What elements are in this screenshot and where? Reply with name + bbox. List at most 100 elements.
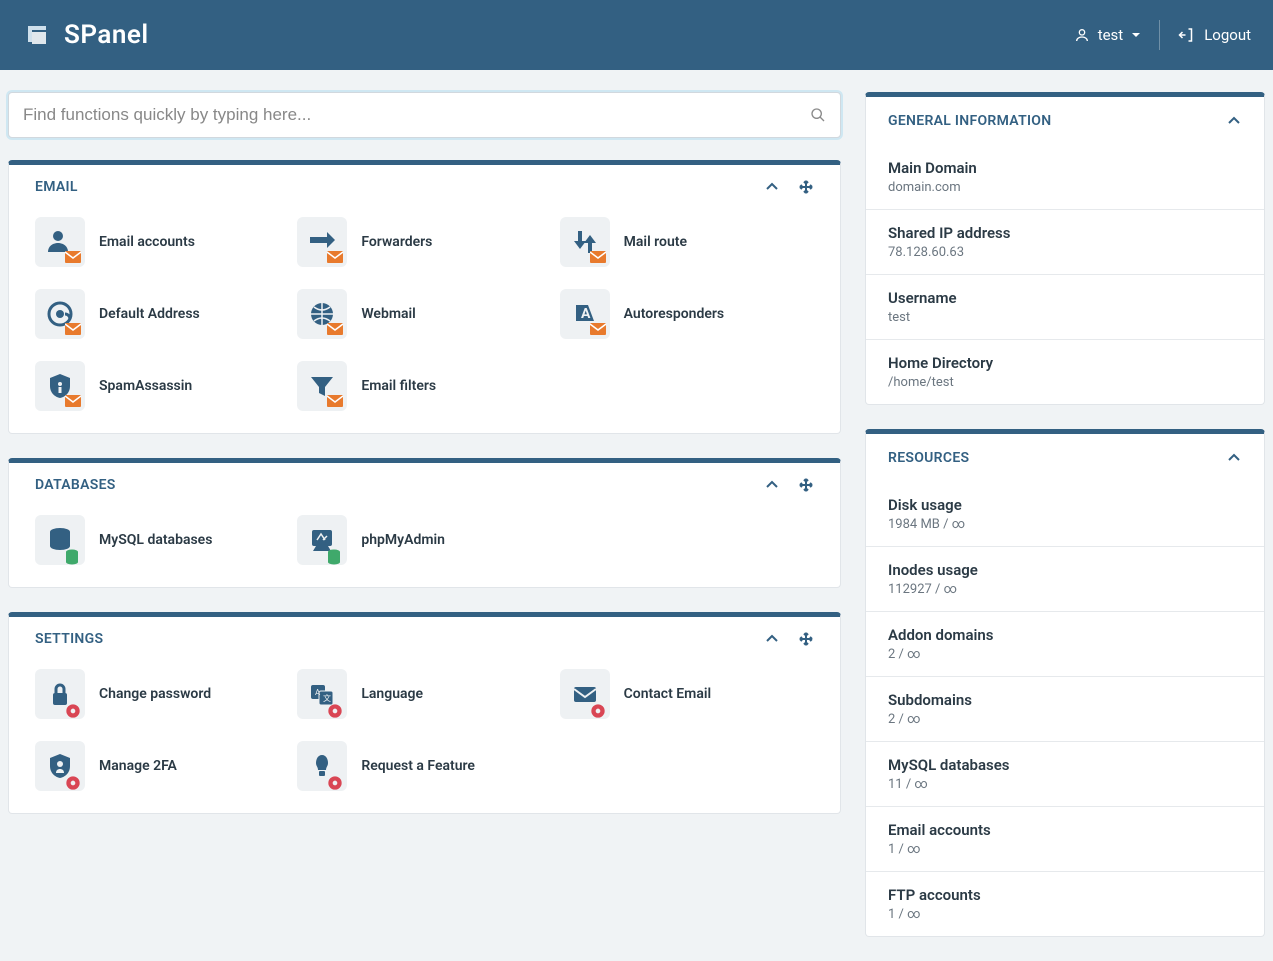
- forwarders-badge-icon: [327, 251, 343, 263]
- brand-logo[interactable]: SPanel: [22, 20, 149, 50]
- logout-label: Logout: [1204, 26, 1251, 44]
- panel-settings: SETTINGS Change password: [8, 612, 841, 814]
- resources-row: Inodes usage 112927 / ∞: [866, 547, 1264, 612]
- tile-label: Forwarders: [361, 234, 432, 250]
- tile-label: Language: [361, 686, 423, 702]
- panel-settings-title: SETTINGS: [35, 631, 764, 647]
- resources-row: FTP accounts 1 / ∞: [866, 872, 1264, 936]
- resources-label: Disk usage: [888, 496, 1242, 514]
- tile-label: Email accounts: [99, 234, 195, 250]
- phpmyadmin-badge-icon: [327, 549, 343, 561]
- phpmyadmin-icon: [297, 515, 347, 565]
- tile-label: Webmail: [361, 306, 415, 322]
- search-icon[interactable]: [810, 107, 826, 123]
- search-input[interactable]: [23, 105, 810, 125]
- tile-label: Change password: [99, 686, 211, 702]
- move-icon[interactable]: [798, 179, 814, 195]
- request-a-feature-icon: [297, 741, 347, 791]
- resources-value: 1 / ∞: [888, 907, 1242, 922]
- resources-value: 2 / ∞: [888, 712, 1242, 727]
- language-badge-icon: [327, 703, 343, 715]
- resources-row: Addon domains 2 / ∞: [866, 612, 1264, 677]
- resources-value: 1984 MB / ∞: [888, 517, 1242, 532]
- resources-label: Inodes usage: [888, 561, 1242, 579]
- contact-email-badge-icon: [590, 703, 606, 715]
- tile-contact-email[interactable]: Contact Email: [560, 669, 814, 719]
- mail-route-badge-icon: [590, 251, 606, 263]
- manage-2fa-icon: [35, 741, 85, 791]
- general-info-row: Shared IP address 78.128.60.63: [866, 210, 1264, 275]
- spamassassin-badge-icon: [65, 395, 81, 407]
- collapse-icon[interactable]: [764, 631, 780, 647]
- tile-label: Contact Email: [624, 686, 711, 702]
- header-divider: [1159, 20, 1160, 50]
- general-info-value: 78.128.60.63: [888, 245, 1242, 260]
- resources-row: MySQL databases 11 / ∞: [866, 742, 1264, 807]
- logout-icon: [1178, 26, 1196, 44]
- general-info-value: domain.com: [888, 180, 1242, 195]
- mail-route-icon: [560, 217, 610, 267]
- request-a-feature-badge-icon: [327, 775, 343, 787]
- resources-value: 1 / ∞: [888, 842, 1242, 857]
- contact-email-icon: [560, 669, 610, 719]
- resources-label: Subdomains: [888, 691, 1242, 709]
- general-info-row: Main Domain domain.com: [866, 145, 1264, 210]
- tile-request-a-feature[interactable]: Request a Feature: [297, 741, 551, 791]
- tile-mysql-databases[interactable]: MySQL databases: [35, 515, 289, 565]
- username-label: test: [1098, 26, 1124, 44]
- tile-email-filters[interactable]: Email filters: [297, 361, 551, 411]
- resources-label: Addon domains: [888, 626, 1242, 644]
- tile-label: Default Address: [99, 306, 200, 322]
- tile-mail-route[interactable]: Mail route: [560, 217, 814, 267]
- mysql-databases-badge-icon: [65, 549, 81, 561]
- collapse-icon[interactable]: [1226, 450, 1242, 466]
- move-icon[interactable]: [798, 631, 814, 647]
- language-icon: A文: [297, 669, 347, 719]
- collapse-icon[interactable]: [764, 179, 780, 195]
- collapse-icon[interactable]: [1226, 113, 1242, 129]
- app-header: SPanel test Logout: [0, 0, 1273, 70]
- resources-title: RESOURCES: [888, 450, 1226, 466]
- tile-default-address[interactable]: Default Address: [35, 289, 289, 339]
- general-info-row: Home Directory /home/test: [866, 340, 1264, 404]
- logout-button[interactable]: Logout: [1178, 26, 1251, 44]
- tile-change-password[interactable]: Change password: [35, 669, 289, 719]
- general-info-label: Home Directory: [888, 354, 1242, 372]
- panel-databases-title: DATABASES: [35, 477, 764, 493]
- resources-row: Disk usage 1984 MB / ∞: [866, 482, 1264, 547]
- forwarders-icon: [297, 217, 347, 267]
- tile-label: Email filters: [361, 378, 436, 394]
- panel-email-title: EMAIL: [35, 179, 764, 195]
- resources-value: 11 / ∞: [888, 777, 1242, 792]
- email-accounts-icon: [35, 217, 85, 267]
- change-password-badge-icon: [65, 703, 81, 715]
- general-info-label: Shared IP address: [888, 224, 1242, 242]
- email-accounts-badge-icon: [65, 251, 81, 263]
- tile-manage-2fa[interactable]: Manage 2FA: [35, 741, 289, 791]
- resources-value: 112927 / ∞: [888, 582, 1242, 597]
- tile-webmail[interactable]: Webmail: [297, 289, 551, 339]
- tile-language[interactable]: A文 Language: [297, 669, 551, 719]
- tile-label: SpamAssassin: [99, 378, 192, 394]
- general-info-value: test: [888, 310, 1242, 325]
- svg-text:A: A: [315, 688, 321, 697]
- general-info-value: /home/test: [888, 375, 1242, 390]
- caret-down-icon: [1131, 30, 1141, 40]
- resources-row: Subdomains 2 / ∞: [866, 677, 1264, 742]
- tile-autoresponders[interactable]: A Autoresponders: [560, 289, 814, 339]
- panel-email-header: EMAIL: [9, 165, 840, 207]
- panel-databases: DATABASES MySQL databases: [8, 458, 841, 588]
- default-address-badge-icon: [65, 323, 81, 335]
- tile-forwarders[interactable]: Forwarders: [297, 217, 551, 267]
- tile-spamassassin[interactable]: SpamAssassin: [35, 361, 289, 411]
- resources-label: MySQL databases: [888, 756, 1242, 774]
- email-filters-badge-icon: [327, 395, 343, 407]
- collapse-icon[interactable]: [764, 477, 780, 493]
- move-icon[interactable]: [798, 477, 814, 493]
- general-info-label: Main Domain: [888, 159, 1242, 177]
- tile-email-accounts[interactable]: Email accounts: [35, 217, 289, 267]
- change-password-icon: [35, 669, 85, 719]
- user-menu[interactable]: test: [1074, 26, 1142, 44]
- webmail-badge-icon: [327, 323, 343, 335]
- tile-phpmyadmin[interactable]: phpMyAdmin: [297, 515, 551, 565]
